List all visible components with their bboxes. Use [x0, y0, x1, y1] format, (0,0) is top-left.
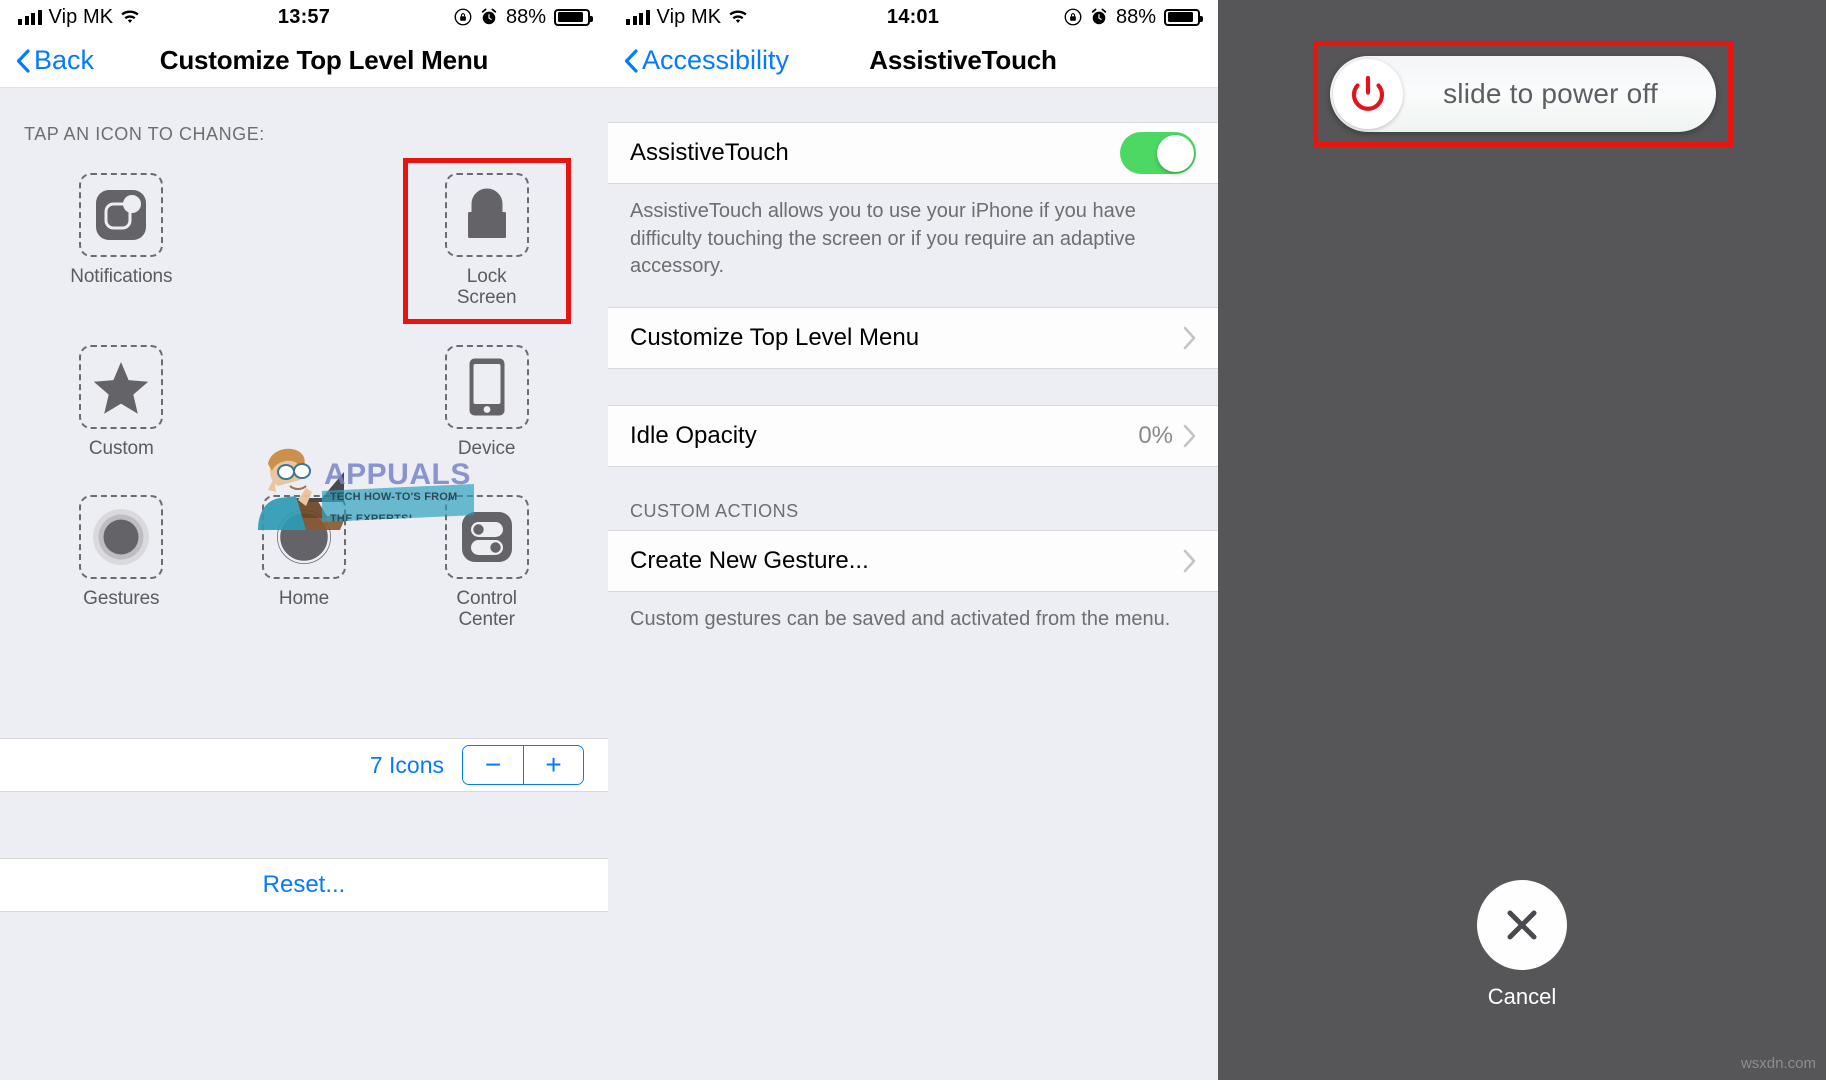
- decrement-button[interactable]: −: [463, 746, 523, 784]
- panel-assistivetouch: Vip MK 14:01 88% Accessibility Assistive…: [608, 0, 1218, 1080]
- lock-icon: [467, 188, 506, 238]
- slide-to-power-off-slider[interactable]: slide to power off: [1330, 56, 1716, 132]
- custom-actions-note: Custom gestures can be saved and activat…: [630, 607, 1171, 630]
- battery-percent: 88%: [505, 5, 546, 28]
- icon-label: Gestures: [83, 587, 160, 609]
- nav-bar: Back Customize Top Level Menu: [0, 34, 608, 88]
- icon-label: Control Center: [456, 587, 517, 631]
- gestures-icon: [93, 508, 150, 565]
- battery-icon: [1164, 8, 1203, 26]
- assistivetouch-description: AssistiveTouch allows you to use your iP…: [630, 200, 1136, 278]
- back-button[interactable]: Back: [0, 45, 94, 76]
- row-idle-opacity[interactable]: Idle Opacity 0%: [608, 404, 1218, 467]
- icon-box: [444, 344, 529, 429]
- icon-slot-home[interactable]: Home: [229, 489, 379, 637]
- icon-label: Lock Screen: [456, 266, 517, 309]
- reset-row[interactable]: Reset...: [0, 858, 608, 912]
- panel-power-off: slide to power off APPUALS TECH HOW-TO'S…: [1218, 0, 1826, 1080]
- battery-icon: [554, 8, 593, 26]
- back-label: Back: [34, 45, 95, 75]
- icon-label: Device: [457, 437, 516, 459]
- assistivetouch-toggle[interactable]: [1120, 132, 1196, 174]
- section-header: TAP AN ICON TO CHANGE:: [24, 124, 265, 144]
- rotation-lock-icon: [1064, 8, 1082, 26]
- device-icon: [469, 358, 505, 416]
- row-customize-top-level-menu[interactable]: Customize Top Level Menu: [608, 306, 1218, 369]
- chevron-left-icon: [624, 48, 638, 73]
- stepper-section: 7 Icons − +: [0, 738, 608, 792]
- reset-label: Reset...: [262, 871, 346, 898]
- icon-label: Notifications: [70, 266, 173, 287]
- star-icon: [94, 361, 149, 414]
- cancel-label: Cancel: [1487, 984, 1557, 1009]
- icon-label: Home: [278, 587, 330, 609]
- icon-box: [79, 173, 164, 257]
- back-button[interactable]: Accessibility: [608, 45, 789, 76]
- panel-customize-top-level-menu: Vip MK 13:57 88% Back Customize Top Leve…: [0, 0, 608, 1080]
- battery-percent: 88%: [1115, 5, 1156, 28]
- slide-to-power-off-label: slide to power off: [1443, 78, 1658, 109]
- chevron-right-icon: [1183, 549, 1196, 573]
- icon-count-label: 7 Icons: [369, 751, 444, 778]
- icon-slot-custom[interactable]: Custom: [46, 339, 196, 465]
- icon-box: [444, 173, 529, 257]
- control-center-icon: [461, 511, 512, 562]
- chevron-right-icon: [1183, 424, 1196, 448]
- cancel-section: Cancel: [1218, 880, 1826, 1010]
- status-bar: Vip MK 14:01 88%: [608, 0, 1218, 34]
- close-x-icon: [1507, 910, 1537, 940]
- row-label: Create New Gesture...: [630, 546, 869, 574]
- rotation-lock-icon: [454, 8, 472, 26]
- icon-grid: Notifications Lock Screen Custom Device …: [0, 145, 608, 636]
- assistivetouch-toggle-row[interactable]: AssistiveTouch: [608, 122, 1218, 184]
- home-icon: [276, 509, 331, 564]
- alarm-icon: [1091, 8, 1107, 25]
- notifications-icon: [96, 190, 147, 240]
- icon-slot-empty-2[interactable]: [229, 339, 379, 465]
- back-label: Accessibility: [642, 45, 790, 75]
- icon-slot-empty-1[interactable]: [229, 167, 379, 315]
- power-icon: [1351, 76, 1385, 111]
- assistivetouch-label: AssistiveTouch: [630, 139, 789, 166]
- site-watermark: wsxdn.com: [1740, 1055, 1816, 1072]
- icon-box: [79, 344, 164, 429]
- status-bar: Vip MK 13:57 88%: [0, 0, 608, 34]
- icon-slot-control-center[interactable]: Control Center: [412, 489, 562, 637]
- icon-slot-device[interactable]: Device: [412, 339, 562, 465]
- icon-box: [444, 494, 529, 579]
- custom-actions-header: CUSTOM ACTIONS: [630, 500, 799, 521]
- nav-bar: Accessibility AssistiveTouch: [608, 34, 1218, 88]
- icon-box: [261, 494, 346, 579]
- icon-count-row: 7 Icons − +: [0, 738, 608, 792]
- cancel-button[interactable]: [1477, 880, 1567, 970]
- row-label: Idle Opacity: [630, 421, 757, 449]
- icon-box: [79, 494, 164, 579]
- chevron-right-icon: [1183, 326, 1196, 350]
- chevron-left-icon: [16, 48, 30, 73]
- alarm-icon: [481, 8, 497, 25]
- increment-button[interactable]: +: [523, 746, 583, 784]
- icon-slot-lock-screen[interactable]: Lock Screen: [402, 158, 571, 324]
- icon-slot-notifications[interactable]: Notifications: [46, 167, 196, 315]
- slide-to-power-off-highlight: slide to power off: [1313, 41, 1733, 147]
- icon-slot-gestures[interactable]: Gestures: [46, 489, 196, 637]
- three-panel-screenshot: Vip MK 13:57 88% Back Customize Top Leve…: [0, 0, 1826, 1080]
- status-right: 88%: [454, 5, 593, 29]
- status-right: 88%: [1064, 5, 1203, 29]
- icon-count-stepper[interactable]: − +: [462, 745, 584, 785]
- icon-label: Custom: [88, 437, 154, 459]
- row-create-new-gesture[interactable]: Create New Gesture...: [608, 529, 1218, 592]
- row-label: Customize Top Level Menu: [630, 323, 920, 351]
- row-value: 0%: [1138, 421, 1173, 449]
- power-slider-knob[interactable]: [1333, 59, 1403, 129]
- reset-section: Reset...: [0, 858, 608, 912]
